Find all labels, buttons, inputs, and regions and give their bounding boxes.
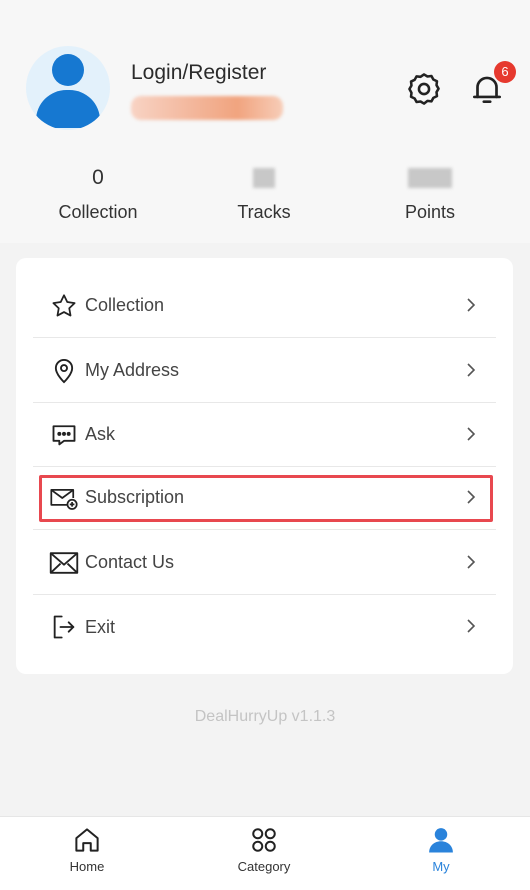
stat-collection-label: Collection bbox=[58, 202, 138, 222]
menu-card: Collection My Address Ask Subscription C… bbox=[16, 258, 513, 674]
avatar[interactable] bbox=[26, 46, 110, 130]
menu-item-label: Exit bbox=[85, 616, 116, 637]
stat-collection[interactable]: 0 Collection bbox=[18, 160, 178, 223]
menu-item-contact-us[interactable]: Contact Us bbox=[33, 531, 496, 595]
chevron-right-icon bbox=[467, 555, 476, 569]
stat-points-label: Points bbox=[404, 202, 456, 222]
stat-tracks[interactable]: Tracks bbox=[184, 160, 344, 223]
menu-item-label: Collection bbox=[85, 295, 165, 315]
tab-home[interactable]: Home bbox=[27, 825, 147, 874]
menu-item-collection[interactable]: Collection bbox=[33, 274, 496, 338]
tab-category[interactable]: Category bbox=[204, 825, 324, 874]
bottom-tab-bar: Home Category My bbox=[0, 816, 530, 890]
tab-category-label: Category bbox=[237, 859, 291, 874]
chevron-right-icon bbox=[467, 427, 476, 441]
settings-gear-icon[interactable] bbox=[405, 70, 443, 108]
stat-points-value-redacted bbox=[408, 168, 452, 188]
profile-header: Login/Register 6 0 Collection Tracks Poi… bbox=[0, 0, 530, 243]
chevron-right-icon bbox=[467, 363, 476, 377]
tab-my-label: My bbox=[432, 859, 450, 874]
notification-badge: 6 bbox=[494, 61, 516, 83]
chevron-right-icon bbox=[467, 619, 476, 633]
star-icon bbox=[49, 291, 79, 321]
stat-tracks-value-redacted bbox=[253, 168, 275, 188]
app-version: DealHurryUp v1.1.3 bbox=[194, 708, 336, 725]
chat-bubble-icon bbox=[49, 420, 79, 450]
logout-icon bbox=[49, 612, 79, 642]
chevron-right-icon bbox=[467, 298, 476, 312]
menu-item-label: Ask bbox=[85, 424, 116, 444]
menu-item-ask[interactable]: Ask bbox=[33, 403, 496, 467]
stat-tracks-label: Tracks bbox=[237, 202, 291, 222]
stat-points[interactable]: Points bbox=[350, 160, 510, 223]
subscription-highlight-box bbox=[39, 475, 493, 522]
envelope-icon bbox=[49, 548, 79, 578]
user-icon bbox=[429, 828, 453, 853]
home-icon bbox=[75, 828, 99, 852]
tab-home-label: Home bbox=[69, 859, 105, 874]
menu-item-label: My Address bbox=[85, 360, 180, 380]
avatar-body bbox=[36, 90, 100, 128]
menu-item-label: Contact Us bbox=[85, 552, 175, 572]
avatar-head bbox=[52, 54, 84, 86]
menu-item-my-address[interactable]: My Address bbox=[33, 339, 496, 403]
grid-icon bbox=[252, 828, 276, 852]
tab-my[interactable]: My bbox=[381, 825, 501, 874]
login-register-link[interactable]: Login/Register bbox=[131, 61, 266, 85]
location-pin-icon bbox=[49, 356, 79, 386]
menu-item-exit[interactable]: Exit bbox=[33, 595, 496, 659]
redacted-subtitle bbox=[131, 96, 283, 120]
stat-collection-value: 0 bbox=[92, 166, 104, 189]
